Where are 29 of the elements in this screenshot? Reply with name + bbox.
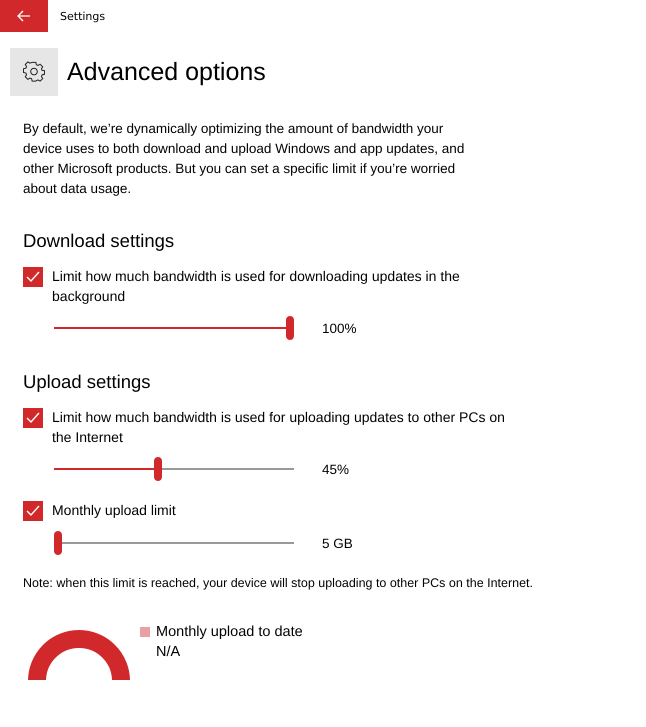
check-icon [26,505,40,517]
checkbox-label: Monthly upload limit [52,501,177,520]
slider-thumb[interactable] [54,531,62,555]
page-title: Advanced options [67,58,266,86]
slider-thumb[interactable] [154,457,162,481]
slider[interactable] [54,316,294,340]
check-icon [26,412,40,424]
check-icon [26,271,40,283]
section-heading: Download settings [23,230,176,252]
window-title: Settings [60,10,106,22]
slider-thumb[interactable] [286,316,294,340]
section-heading: Upload settings [23,371,152,393]
slider-value: 45% [322,462,350,476]
checkbox[interactable] [23,267,43,287]
slider-value: 5 GB [322,536,353,550]
legend-value: N/A [156,643,182,662]
checkbox[interactable] [23,408,43,428]
legend-label: Monthly upload to date [156,623,303,642]
slider[interactable] [54,531,294,555]
slider[interactable] [54,457,294,481]
checkbox[interactable] [23,501,43,521]
back-arrow-icon [17,10,31,22]
checkbox-label: Limit how much bandwidth is used for uploading updates to other PCs on the Internet [52,408,506,447]
checkbox-label: Limit how much bandwidth is used for downloading updates in the background [52,267,461,306]
description-text: By default, we’re dynamically optimizing the amount of bandwidth your device uses to both download and upload Windows and app updates, and other Microsoft products. But you can set a specific limit if you’re worried about data usage. [23,120,466,198]
slider-value: 100% [322,320,357,336]
note-text: Note: when this limit is reached, your device will stop uploading to other PCs on the Internet. [23,575,534,592]
gear-icon [10,48,58,96]
legend-swatch [140,627,150,637]
